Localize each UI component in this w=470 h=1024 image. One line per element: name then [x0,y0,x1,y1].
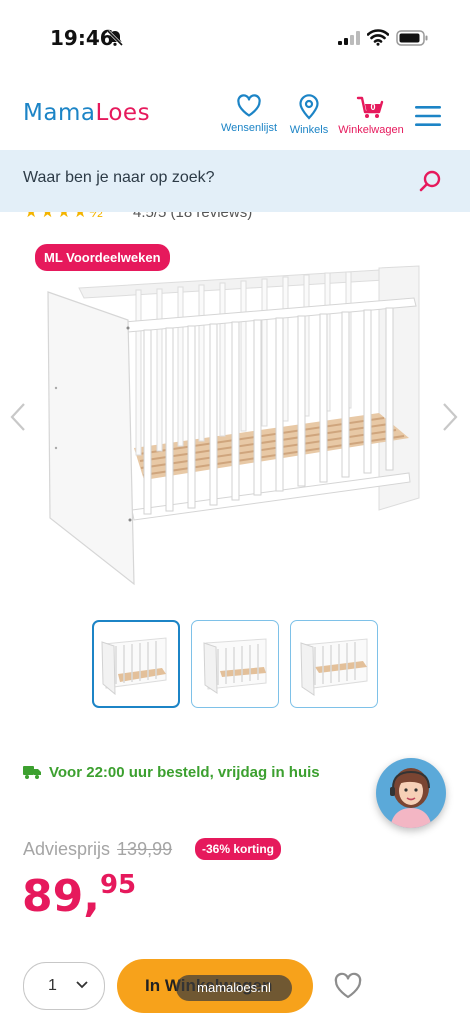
sale-price: 89,95 [22,870,136,922]
hamburger-menu-icon[interactable] [415,105,441,127]
advice-price: Adviesprijs 139,99 [23,839,172,860]
gallery-thumbnails [92,620,382,710]
mamaloes-logo[interactable]: MamaLoes [23,100,150,126]
sale-price-integer: 89, [22,871,100,922]
product-image-crib[interactable] [44,248,424,588]
delivery-truck-icon [23,766,41,779]
thumbnail-3[interactable] [290,620,378,708]
rating-text[interactable]: 4.5/5 (18 reviews) [133,212,252,220]
logo-text-loes: Loes [95,100,151,126]
discount-badge: -36% korting [195,838,282,860]
cart-count: 0 [370,102,375,112]
nav-wishlist[interactable]: Wensenlijst [218,94,280,134]
quantity-value: 1 [48,977,57,994]
product-gallery: ML Voordeelweken [0,236,470,606]
delivery-info: Voor 22:00 uur besteld, vrijdag in huis [23,764,320,781]
location-pin-icon [299,94,319,120]
advice-price-value: 139,99 [117,839,173,859]
add-to-wishlist-heart-icon[interactable] [333,972,363,1000]
chevron-down-icon [76,981,88,989]
thumbnail-1[interactable] [92,620,180,708]
delivery-text: Voor 22:00 uur besteld, vrijdag in huis [49,764,320,781]
nav-stores[interactable]: Winkels [286,94,332,136]
gallery-prev-arrow-icon[interactable] [8,401,28,433]
nav-cart-label: Winkelwagen [338,124,404,136]
site-header: MamaLoes Wensenlijst Winkels 0 Winkelwag… [0,76,470,150]
rating-stars: ★★★★½ [24,212,105,220]
customer-service-chat-button[interactable] [376,758,446,828]
thumbnail-crib-image [300,638,368,696]
search-input[interactable] [23,169,383,187]
sale-price-decimal: 95 [99,870,137,900]
cart-icon: 0 [356,96,384,118]
search-icon[interactable] [418,169,442,193]
battery-icon [396,30,428,46]
nav-cart[interactable]: 0 Winkelwagen [334,94,408,136]
nav-wishlist-label: Wensenlijst [220,122,278,134]
search-bar [0,150,470,212]
thumbnail-crib-image [203,638,267,694]
rating-strip: ★★★★½ 4.5/5 (18 reviews) [0,212,470,220]
browser-url-overlay[interactable]: mamaloes.nl [176,975,292,1001]
status-time: 19:46 [50,26,114,50]
cell-signal-icon [338,31,360,45]
wifi-icon [367,29,389,46]
heart-icon [237,94,261,117]
quantity-select[interactable]: 1 [23,962,105,1010]
advice-price-label: Adviesprijs [23,839,111,859]
promo-badge: ML Voordeelweken [35,244,170,271]
support-agent-avatar-icon [390,768,432,828]
thumbnail-2[interactable] [191,620,279,708]
gallery-next-arrow-icon[interactable] [440,401,460,433]
bell-muted-icon [106,29,124,47]
nav-stores-label: Winkels [289,124,329,136]
thumbnail-crib-image [101,637,167,696]
status-bar: 19:46 [0,0,470,76]
logo-text-mama: Mama [23,100,96,126]
